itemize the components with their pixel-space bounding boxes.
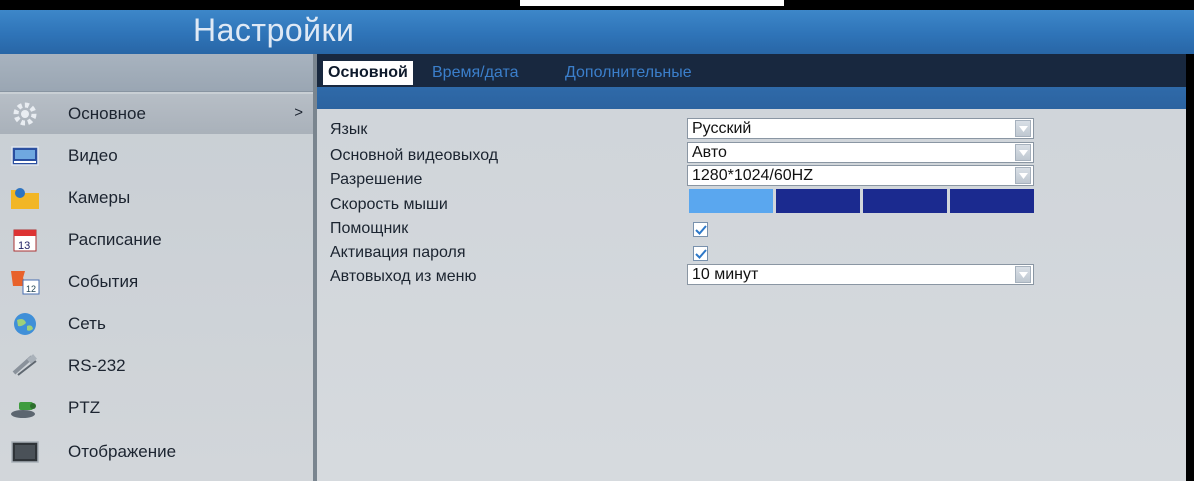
chevron-right-icon: > bbox=[294, 104, 303, 121]
calendar-icon: 13 bbox=[8, 226, 42, 254]
sidebar-item-label: Расписание bbox=[68, 230, 162, 249]
sidebar-item-label: Видео bbox=[68, 146, 118, 165]
top-label-box bbox=[520, 0, 784, 8]
mouse-speed-segment[interactable] bbox=[689, 189, 773, 213]
chevron-down-icon[interactable] bbox=[1015, 167, 1031, 184]
assistant-checkbox[interactable] bbox=[693, 222, 708, 237]
sidebar-item-network[interactable]: Сеть bbox=[0, 304, 313, 344]
auto-exit-label: Автовыход из меню bbox=[330, 268, 477, 285]
gear-icon bbox=[8, 100, 42, 128]
sidebar-item-cameras[interactable]: Камеры bbox=[0, 178, 313, 218]
chevron-down-icon[interactable] bbox=[1015, 266, 1031, 283]
video-output-label: Основной видеовыход bbox=[330, 147, 499, 164]
svg-text:12: 12 bbox=[26, 284, 36, 294]
sidebar-item-label: События bbox=[68, 272, 139, 291]
mouse-speed-slider[interactable] bbox=[689, 189, 1034, 213]
sidebar-item-label: Сеть bbox=[68, 314, 106, 333]
password-activation-checkbox[interactable] bbox=[693, 246, 708, 261]
chevron-down-icon[interactable] bbox=[1015, 120, 1031, 137]
camera-folder-icon bbox=[8, 184, 42, 212]
globe-icon bbox=[8, 310, 42, 338]
sidebar-item-video[interactable]: Видео bbox=[0, 136, 313, 176]
sidebar-item-display[interactable]: Отображение bbox=[0, 432, 313, 472]
mouse-speed-label: Скорость мыши bbox=[330, 196, 448, 213]
settings-panel: Основной Время/дата Дополнительные Язык … bbox=[317, 54, 1194, 481]
resolution-value: 1280*1024/60HZ bbox=[692, 166, 813, 184]
tab-advanced[interactable]: Дополнительные bbox=[560, 61, 697, 85]
screen-bezel bbox=[1186, 54, 1194, 481]
chevron-down-icon[interactable] bbox=[1015, 144, 1031, 161]
language-label: Язык bbox=[330, 121, 368, 138]
sidebar-item-general[interactable]: Основное > bbox=[0, 94, 313, 134]
sidebar: Основное > Видео Камеры 13 Расписание 12… bbox=[0, 54, 313, 481]
page-title: Настройки bbox=[193, 12, 355, 48]
tab-bar: Основной Время/дата Дополнительные bbox=[317, 54, 1194, 87]
sidebar-item-events[interactable]: 12 События bbox=[0, 262, 313, 302]
checkmark-icon bbox=[694, 224, 707, 235]
serial-port-icon bbox=[8, 352, 42, 380]
sidebar-item-label: RS-232 bbox=[68, 356, 126, 375]
video-output-value: Авто bbox=[692, 143, 727, 161]
checkmark-icon bbox=[694, 248, 707, 259]
ptz-icon bbox=[8, 394, 42, 422]
language-value: Русский bbox=[692, 119, 752, 137]
resolution-select[interactable]: 1280*1024/60HZ bbox=[687, 165, 1034, 186]
tab-time-date[interactable]: Время/дата bbox=[427, 61, 524, 85]
sidebar-item-label: Отображение bbox=[68, 442, 177, 461]
sidebar-item-label: Камеры bbox=[68, 188, 131, 207]
sidebar-item-label: PTZ bbox=[68, 398, 101, 417]
mouse-speed-segment[interactable] bbox=[950, 189, 1034, 213]
auto-exit-select[interactable]: 10 минут bbox=[687, 264, 1034, 285]
video-output-select[interactable]: Авто bbox=[687, 142, 1034, 163]
sidebar-item-rs232[interactable]: RS-232 bbox=[0, 346, 313, 386]
tab-bar-shade bbox=[317, 87, 1194, 109]
mouse-speed-segment[interactable] bbox=[776, 189, 860, 213]
sidebar-item-ptz[interactable]: PTZ bbox=[0, 388, 313, 428]
sidebar-item-label: Основное bbox=[68, 104, 146, 123]
mouse-speed-segment[interactable] bbox=[863, 189, 947, 213]
header-bar: Настройки bbox=[0, 10, 1194, 54]
sidebar-header bbox=[0, 54, 313, 92]
svg-text:13: 13 bbox=[18, 240, 30, 252]
password-activation-label: Активация пароля bbox=[330, 244, 466, 261]
assistant-label: Помощник bbox=[330, 220, 409, 237]
language-select[interactable]: Русский bbox=[687, 118, 1034, 139]
video-icon bbox=[8, 142, 42, 170]
sidebar-item-schedule[interactable]: 13 Расписание bbox=[0, 220, 313, 260]
tab-general[interactable]: Основной bbox=[323, 61, 413, 85]
monitor-icon bbox=[8, 438, 42, 466]
resolution-label: Разрешение bbox=[330, 171, 423, 188]
events-flag-icon: 12 bbox=[8, 268, 42, 296]
auto-exit-value: 10 минут bbox=[692, 265, 759, 283]
